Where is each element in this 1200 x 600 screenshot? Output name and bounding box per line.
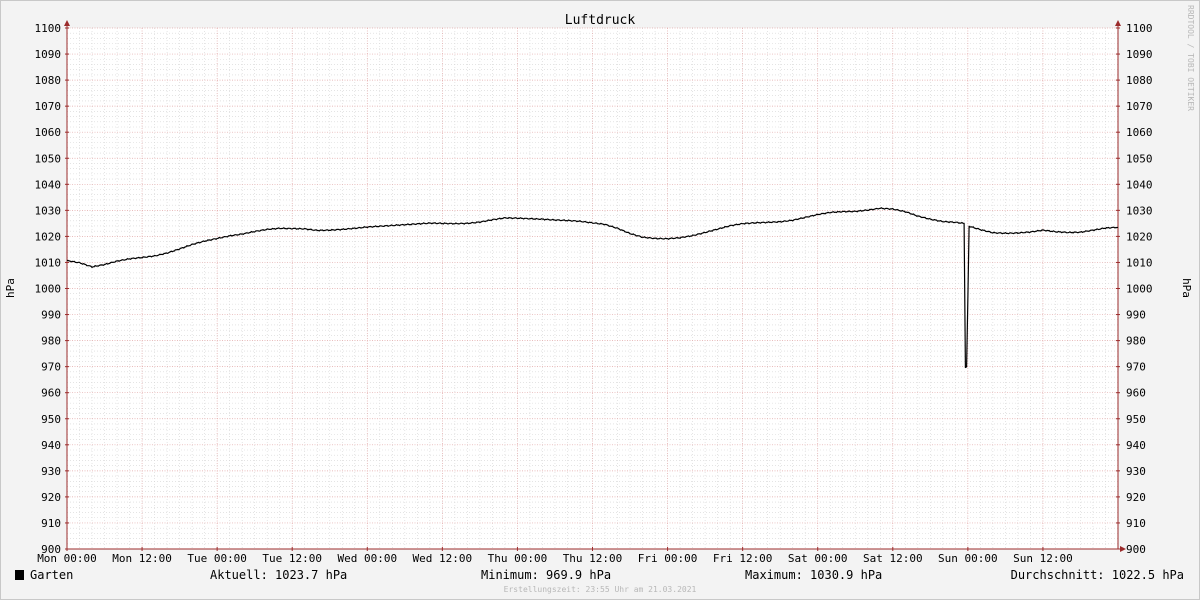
x-tick-label: Sat 12:00 bbox=[863, 552, 923, 565]
legend-swatch-garten bbox=[15, 570, 24, 580]
stat-minimum: Minimum: 969.9 hPa bbox=[481, 568, 611, 582]
y-tick-label-right: 1020 bbox=[1126, 230, 1153, 243]
y-tick-label-left: 1050 bbox=[35, 152, 62, 165]
x-tick-label: Wed 12:00 bbox=[413, 552, 473, 565]
y-tick-label-right: 1060 bbox=[1126, 126, 1153, 139]
y-tick-label-left: 1020 bbox=[35, 230, 62, 243]
y-tick-label-right: 970 bbox=[1126, 361, 1146, 374]
y-tick-label-right: 1070 bbox=[1126, 100, 1153, 113]
y-tick-label-right: 960 bbox=[1126, 387, 1146, 400]
y-tick-label-right: 1000 bbox=[1126, 283, 1153, 296]
pressure-chart: 900 910 920 930 940 950 960 970 980 990 1000 1010 10… bbox=[0, 0, 1200, 600]
y-tick-label-left: 1010 bbox=[35, 256, 62, 269]
stat-current: Aktuell: 1023.7 hPa bbox=[210, 568, 347, 582]
y-tick-label-left: 1030 bbox=[35, 204, 62, 217]
y-tick-label-left: 1040 bbox=[35, 178, 62, 191]
y-tick-label-left: 1100 bbox=[35, 22, 62, 35]
y-tick-label-right: 1090 bbox=[1126, 48, 1153, 61]
watermark: RRDTOOL / TOBI OETIKER bbox=[1186, 5, 1195, 111]
y-tick-label-right: 950 bbox=[1126, 413, 1146, 426]
y-tick-label-left: 950 bbox=[41, 413, 61, 426]
x-tick-label: Thu 12:00 bbox=[563, 552, 623, 565]
y-tick-label-right: 1100 bbox=[1126, 22, 1153, 35]
y-tick-label-right: 1080 bbox=[1126, 74, 1153, 87]
y-tick-label-right: 930 bbox=[1126, 465, 1146, 478]
y-tick-label-left: 960 bbox=[41, 387, 61, 400]
y-tick-label-left: 1060 bbox=[35, 126, 62, 139]
y-axis-label-left: hPa bbox=[4, 278, 17, 298]
y-tick-label-left: 1090 bbox=[35, 48, 62, 61]
y-tick-label-left: 930 bbox=[41, 465, 61, 478]
x-tick-label: Sun 12:00 bbox=[1013, 552, 1073, 565]
major-grid bbox=[67, 27, 1118, 549]
y-tick-label-left: 1000 bbox=[35, 283, 62, 296]
legend-label-garten: Garten bbox=[30, 568, 73, 582]
x-tick-label: Thu 00:00 bbox=[488, 552, 548, 565]
x-tick-label: Tue 12:00 bbox=[262, 552, 322, 565]
y-tick-label-right: 1010 bbox=[1126, 256, 1153, 269]
chart-root: 900 910 920 930 940 950 960 970 980 990 1000 1010 10… bbox=[0, 0, 1200, 600]
y-tick-label-right: 920 bbox=[1126, 491, 1146, 504]
x-tick-label: Mon 12:00 bbox=[112, 552, 172, 565]
x-tick-label: Wed 00:00 bbox=[337, 552, 397, 565]
y-tick-label-left: 920 bbox=[41, 491, 61, 504]
y-tick-label-left: 970 bbox=[41, 361, 61, 374]
y-tick-label-right: 1030 bbox=[1126, 204, 1153, 217]
stat-maximum: Maximum: 1030.9 hPa bbox=[745, 568, 882, 582]
x-tick-label: Sat 00:00 bbox=[788, 552, 848, 565]
stat-average: Durchschnitt: 1022.5 hPa bbox=[1011, 568, 1184, 582]
y-tick-label-left: 1070 bbox=[35, 100, 62, 113]
y-tick-label-left: 990 bbox=[41, 309, 61, 322]
chart-title: Luftdruck bbox=[565, 13, 636, 28]
y-tick-label-left: 940 bbox=[41, 439, 61, 452]
y-tick-label-right: 940 bbox=[1126, 439, 1146, 452]
x-tick-label: Fri 12:00 bbox=[713, 552, 773, 565]
y-tick-label-left: 910 bbox=[41, 517, 61, 530]
x-tick-label: Mon 00:00 bbox=[37, 552, 97, 565]
y-tick-label-left: 980 bbox=[41, 335, 61, 348]
y-tick-label-right: 900 bbox=[1126, 543, 1146, 556]
x-tick-label: Sun 00:00 bbox=[938, 552, 998, 565]
created-timestamp: Erstellungszeit: 23:55 Uhr am 21.03.2021 bbox=[504, 585, 697, 594]
y-tick-label-right: 1040 bbox=[1126, 178, 1153, 191]
y-axis-label-right: hPa bbox=[1180, 278, 1193, 298]
y-tick-label-right: 910 bbox=[1126, 517, 1146, 530]
x-tick-label: Tue 00:00 bbox=[187, 552, 247, 565]
y-tick-label-right: 990 bbox=[1126, 309, 1146, 322]
y-tick-label-left: 1080 bbox=[35, 74, 62, 87]
x-tick-label: Fri 00:00 bbox=[638, 552, 698, 565]
y-tick-label-right: 1050 bbox=[1126, 152, 1153, 165]
y-tick-label-right: 980 bbox=[1126, 335, 1146, 348]
